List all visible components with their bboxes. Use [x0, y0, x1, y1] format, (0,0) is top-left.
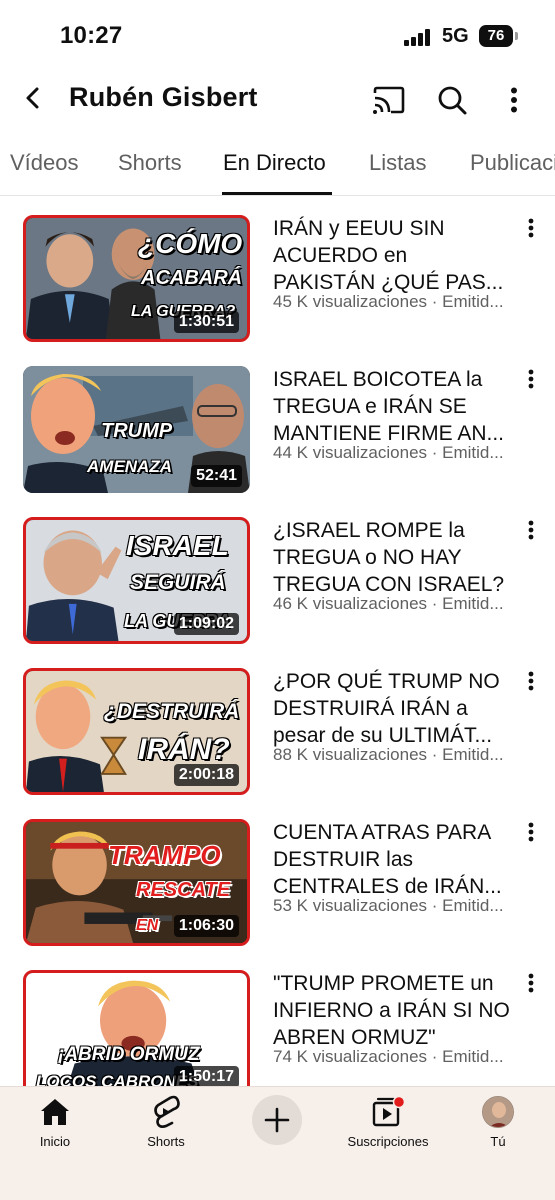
avatar: [482, 1096, 514, 1128]
video-thumbnail[interactable]: TRAMPO RESCATE EN 1:06:30: [23, 819, 250, 946]
video-item[interactable]: TRAMPO RESCATE EN 1:06:30 CUENTA ATRAS P…: [0, 802, 555, 953]
back-arrow-icon: [26, 87, 39, 109]
thumbnail-caption: SEGUIRÁ: [130, 571, 226, 594]
cast-button[interactable]: [367, 78, 411, 122]
video-thumbnail[interactable]: TRUMP AMENAZA 52:41: [23, 366, 250, 493]
video-item[interactable]: ¿DESTRUIRÁ IRÁN? 2:00:18 ¿POR QUÉ TRUMP …: [0, 651, 555, 802]
nav-shorts-label: Shorts: [147, 1134, 185, 1149]
thumbnail-caption: ¡ABRID ORMUZ: [58, 1044, 200, 1065]
more-vertical-icon: [511, 87, 517, 113]
nav-you-label: Tú: [490, 1134, 506, 1149]
battery-tip: [515, 32, 518, 40]
video-options-button[interactable]: [519, 973, 543, 1003]
video-meta: 53 K visualizaciones · Emitid...: [273, 896, 504, 915]
nav-subscriptions-label: Suscripciones: [347, 1134, 429, 1149]
nav-subscriptions[interactable]: Suscripciones: [340, 1095, 436, 1155]
video-title[interactable]: ISRAEL BOICOTEA la TREGUA e IRÁN SE MANT…: [273, 366, 513, 447]
video-title[interactable]: ¿ISRAEL ROMPE la TREGUA o NO HAY TREGUA …: [273, 517, 513, 598]
video-meta: 74 K visualizaciones · Emitid...: [273, 1047, 504, 1066]
video-options-button[interactable]: [519, 218, 543, 248]
more-vertical-icon: [528, 520, 534, 540]
video-item[interactable]: ¡ABRID ORMUZ LOCOS CABRONES 1:50:17 "TRU…: [0, 953, 555, 1086]
video-thumbnail[interactable]: ¿CÓMO ACABARÁ LA GUERRA? 1:30:51: [23, 215, 250, 342]
video-title[interactable]: IRÁN y EEUU SIN ACUERDO en PAKISTÁN ¿QUÉ…: [273, 215, 513, 296]
status-time: 10:27: [60, 22, 123, 49]
tab-playlists[interactable]: Listas: [369, 150, 426, 176]
network-type: 5G: [442, 25, 469, 47]
video-meta: 44 K visualizaciones · Emitid...: [273, 443, 504, 462]
video-list: ¿CÓMO ACABARÁ LA GUERRA? 1:30:51 IRÁN y …: [0, 198, 555, 1086]
thumbnail-caption: TRUMP: [101, 420, 173, 442]
thumbnail-caption: ISRAEL: [126, 530, 229, 561]
create-button[interactable]: [252, 1095, 302, 1145]
thumbnail-caption: ¿CÓMO: [138, 228, 243, 259]
video-meta: 88 K visualizaciones · Emitid...: [273, 745, 504, 764]
more-vertical-icon: [528, 671, 534, 691]
shorts-icon: [154, 1095, 180, 1128]
video-duration: 52:41: [191, 465, 242, 487]
search-icon: [438, 86, 467, 115]
video-item[interactable]: ¿CÓMO ACABARÁ LA GUERRA? 1:30:51 IRÁN y …: [0, 198, 555, 349]
more-options-button[interactable]: [492, 78, 536, 122]
cast-icon: [373, 86, 405, 114]
status-bar: 10:27 5G 76: [0, 0, 555, 72]
thumbnail-caption: EN: [136, 917, 159, 934]
tab-posts[interactable]: Publicaciones: [470, 150, 555, 176]
tab-videos[interactable]: Vídeos: [10, 150, 79, 176]
nav-you[interactable]: Tú: [478, 1095, 518, 1155]
thumbnail-caption: TRAMPO: [108, 840, 221, 870]
more-vertical-icon: [528, 973, 534, 993]
nav-shorts[interactable]: Shorts: [138, 1095, 194, 1155]
nav-home-label: Inicio: [39, 1134, 71, 1149]
more-vertical-icon: [528, 822, 534, 842]
thumbnail-caption: ACABARÁ: [141, 267, 243, 289]
home-icon: [41, 1099, 69, 1125]
thumbnail-caption: RESCATE: [136, 879, 231, 901]
battery-icon: 76: [479, 25, 513, 47]
active-tab-indicator: [222, 192, 332, 195]
thumbnail-caption: IRÁN?: [138, 733, 230, 766]
more-vertical-icon: [528, 218, 534, 238]
video-meta: 46 K visualizaciones · Emitid...: [273, 594, 504, 613]
search-button[interactable]: [430, 78, 474, 122]
channel-tabs: Vídeos Shorts En Directo Listas Publicac…: [0, 138, 555, 196]
video-options-button[interactable]: [519, 671, 543, 701]
plus-icon: [264, 1107, 290, 1133]
video-thumbnail[interactable]: ISRAEL SEGUIRÁ LA GUERRA 1:09:02: [23, 517, 250, 644]
bottom-navigation: Inicio Shorts Suscripciones Tú: [0, 1086, 555, 1200]
video-options-button[interactable]: [519, 520, 543, 550]
channel-header: Rubén Gisbert: [0, 72, 555, 128]
back-button[interactable]: [14, 78, 54, 118]
video-title[interactable]: "TRUMP PROMETE un INFIERNO a IRÁN SI NO …: [273, 970, 513, 1051]
signal-strength-icon: [404, 28, 434, 46]
video-meta: 45 K visualizaciones · Emitid...: [273, 292, 504, 311]
video-item[interactable]: TRUMP AMENAZA 52:41 ISRAEL BOICOTEA la T…: [0, 349, 555, 500]
thumbnail-caption: ¿DESTRUIRÁ: [104, 700, 240, 723]
tab-live[interactable]: En Directo: [223, 150, 326, 176]
video-duration: 2:00:18: [173, 764, 239, 786]
video-options-button[interactable]: [519, 822, 543, 852]
video-thumbnail[interactable]: ¿DESTRUIRÁ IRÁN? 2:00:18: [23, 668, 250, 795]
video-title[interactable]: ¿POR QUÉ TRUMP NO DESTRUIRÁ IRÁN a pesar…: [273, 668, 513, 749]
subscriptions-icon: [372, 1095, 406, 1127]
video-title[interactable]: CUENTA ATRAS PARA DESTRUIR las CENTRALES…: [273, 819, 513, 900]
channel-name: Rubén Gisbert: [69, 82, 258, 112]
thumbnail-caption: AMENAZA: [87, 457, 172, 476]
tab-shorts[interactable]: Shorts: [118, 150, 182, 176]
video-duration: 1:30:51: [173, 311, 239, 333]
video-options-button[interactable]: [519, 369, 543, 399]
video-thumbnail[interactable]: ¡ABRID ORMUZ LOCOS CABRONES 1:50:17: [23, 970, 250, 1086]
video-duration: 1:06:30: [173, 915, 239, 937]
more-vertical-icon: [528, 369, 534, 389]
video-duration: 1:50:17: [173, 1066, 239, 1086]
video-duration: 1:09:02: [173, 613, 239, 635]
video-item[interactable]: ISRAEL SEGUIRÁ LA GUERRA 1:09:02 ¿ISRAEL…: [0, 500, 555, 651]
nav-home[interactable]: Inicio: [30, 1095, 80, 1155]
